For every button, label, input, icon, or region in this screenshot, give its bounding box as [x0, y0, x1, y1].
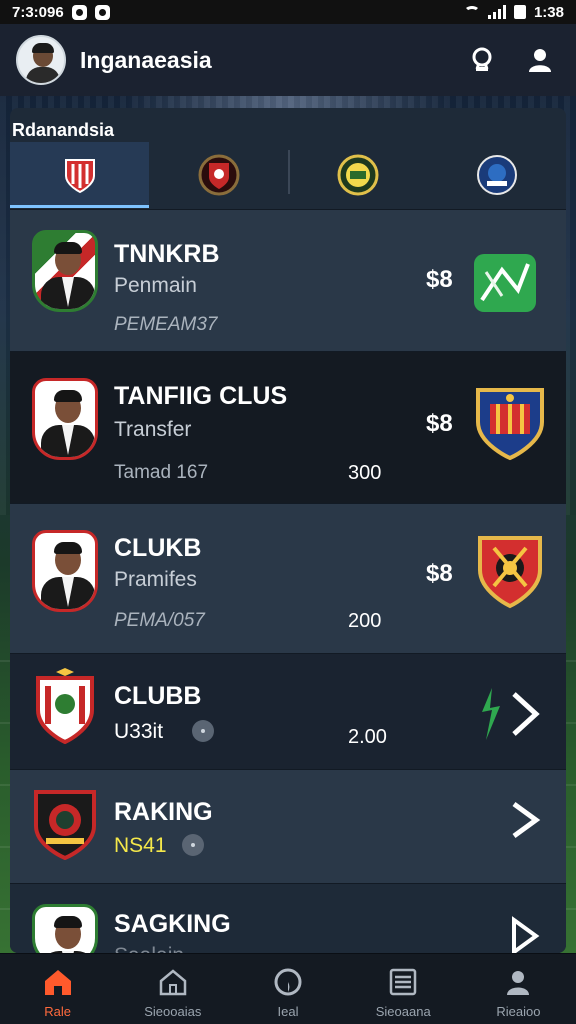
app-title: Inganaeasia [80, 46, 212, 73]
list-item[interactable]: TANFIIG CLUS Transfer Tamad 167 $8 300 [10, 351, 566, 503]
wifi-icon [463, 6, 480, 18]
nav-item-sieooaias[interactable]: Sieooaias [115, 954, 230, 1024]
dark-red-crest-icon [198, 154, 239, 196]
chevron-right-icon[interactable] [508, 916, 542, 953]
notification-icon [71, 4, 87, 20]
status-bar: 7:3:096 1:38 [0, 0, 576, 24]
green-arrow-crest-icon [474, 254, 536, 312]
tab-divider [288, 150, 290, 194]
blue-crest-icon [476, 155, 517, 195]
trophy-icon[interactable] [462, 40, 502, 80]
list-item[interactable]: RAKING NS41 [10, 769, 566, 883]
row-name: CLUBB [114, 682, 202, 710]
row-sub: NS41 [114, 834, 167, 857]
profile-icon [500, 964, 536, 1000]
row-name: TANFIIG CLUS [114, 382, 288, 410]
row-name: RAKING [114, 798, 213, 826]
nav-item-rale[interactable]: Rale [0, 954, 115, 1024]
user-icon[interactable] [520, 40, 560, 80]
nav-label: Sieooaias [144, 1004, 202, 1019]
list-icon [385, 964, 421, 1000]
list-item[interactable]: CLUKB Pramifes PEMA/057 $8 200 [10, 503, 566, 653]
row-sub: Penmain [114, 274, 197, 297]
chevron-right-icon[interactable] [478, 684, 544, 744]
row-value: 300 [348, 462, 382, 484]
black-red-crest-icon [34, 790, 96, 860]
row-meta: Tamad 167 [114, 462, 209, 483]
green-yellow-crest-icon [337, 154, 378, 196]
nav-label: Ieal [277, 1004, 299, 1019]
club-panel: Rdanandsia TNNKRB Penmain PEMEAM37 $8 TA… [10, 108, 566, 953]
nav-label: Rale [44, 1004, 71, 1019]
battery-icon [513, 5, 526, 19]
app-header: Inganaeasia [0, 24, 576, 96]
row-price: $8 [426, 266, 453, 293]
info-dot-icon[interactable] [182, 834, 204, 856]
tab-club-2[interactable] [149, 142, 288, 208]
bottom-nav: Rale Sieooaias Ieal Sieoaana Rieaioo [0, 953, 576, 1024]
row-sub: Transfer [114, 418, 192, 441]
blue-red-crest-icon [476, 388, 544, 461]
avatar[interactable] [16, 35, 66, 85]
club-list: TNNKRB Penmain PEMEAM37 $8 TANFIIG CLUS … [10, 209, 566, 953]
row-meta: PEMEAM37 [114, 314, 218, 335]
row-sub: Pramifes [114, 568, 197, 591]
list-item[interactable]: CLUBB U33it 2.00 [10, 653, 566, 769]
clock-icon [270, 964, 306, 1000]
nav-item-sieoaana[interactable]: Sieoaana [346, 954, 461, 1024]
player-avatar-icon [32, 378, 98, 460]
list-item[interactable]: SAGKING Saalain [10, 883, 566, 953]
row-meta: PEMA/057 [114, 610, 205, 631]
list-item[interactable]: TNNKRB Penmain PEMEAM37 $8 [10, 209, 566, 351]
red-shield-crest-icon [64, 158, 95, 193]
home-outline-icon [155, 964, 191, 1000]
info-dot-icon[interactable] [192, 720, 214, 742]
home-icon [40, 964, 76, 1000]
row-value: 2.00 [348, 726, 387, 748]
nav-label: Rieaioo [496, 1004, 541, 1019]
status-clock: 1:38 [533, 3, 564, 21]
tab-club-3[interactable] [288, 142, 427, 208]
notification-icon [94, 4, 110, 20]
nav-label: Sieoaana [375, 1004, 431, 1019]
row-name: SAGKING [114, 910, 231, 938]
signal-icon [487, 5, 506, 19]
row-value: 200 [348, 610, 382, 632]
nav-item-rieaioo[interactable]: Rieaioo [461, 954, 576, 1024]
status-time: 7:3:096 [12, 3, 64, 21]
row-sub: U33it [114, 720, 164, 743]
club-crest-icon [36, 668, 94, 744]
nav-item-ieal[interactable]: Ieal [230, 954, 345, 1024]
tab-club-4[interactable] [427, 142, 566, 208]
panel-title: Rdanandsia [12, 120, 115, 140]
row-sub: Saalain [114, 944, 184, 953]
player-avatar-icon [32, 230, 98, 312]
player-avatar-icon [32, 530, 98, 612]
red-crest-icon [478, 536, 542, 609]
chevron-right-icon[interactable] [508, 800, 542, 840]
row-name: TNNKRB [114, 240, 220, 268]
player-avatar-icon [32, 904, 98, 953]
row-price: $8 [426, 560, 453, 587]
row-name: CLUKB [114, 534, 202, 562]
tab-club-1[interactable] [10, 142, 149, 208]
row-price: $8 [426, 410, 453, 437]
